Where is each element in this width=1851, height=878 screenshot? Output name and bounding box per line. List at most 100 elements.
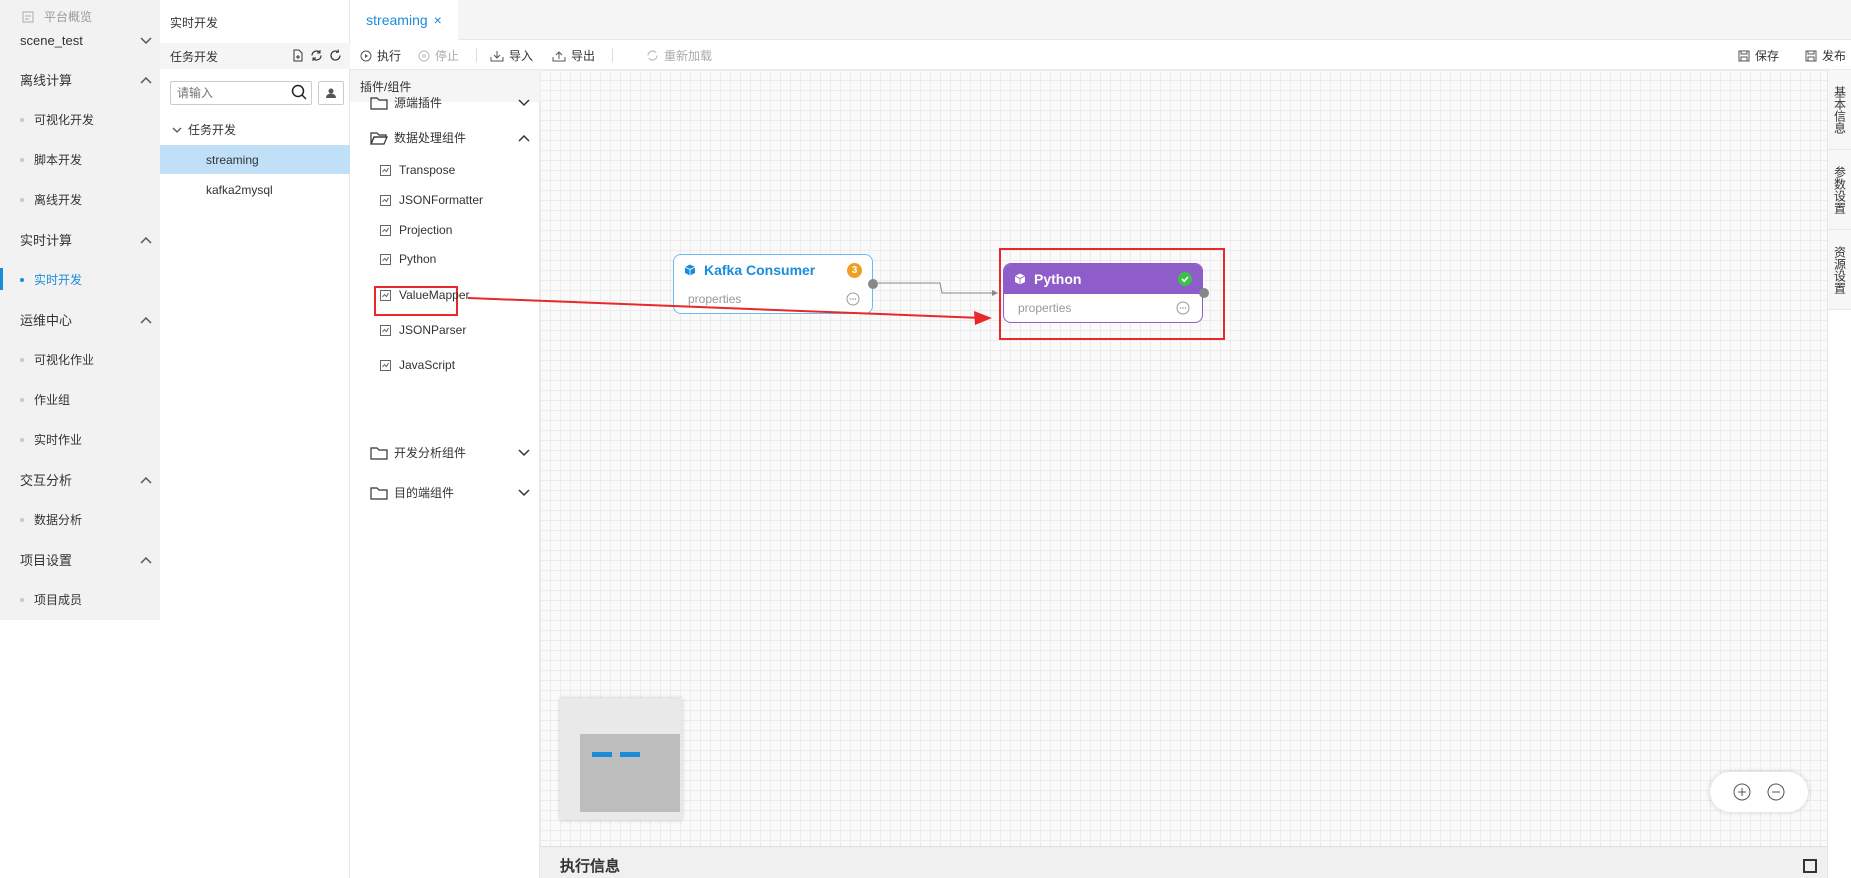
chevron-up-icon <box>140 76 152 84</box>
minimap-node <box>620 752 640 757</box>
minimap-viewport[interactable] <box>580 734 680 812</box>
task-panel-title: 实时开发 <box>170 16 219 30</box>
nav-group-offline[interactable]: 离线计算 <box>20 70 152 89</box>
output-port[interactable] <box>868 279 878 289</box>
run-button[interactable]: 执行 <box>360 47 401 64</box>
cube-icon <box>1014 273 1026 285</box>
nav-item-realtime-dev[interactable]: 实时开发 <box>20 271 82 288</box>
nav-group-analysis[interactable]: 交互分析 <box>20 470 152 489</box>
component-jsonparser[interactable]: JSONParser <box>380 323 466 337</box>
tree-item-kafka2mysql[interactable]: kafka2mysql <box>160 175 350 204</box>
left-nav: 平台概览 scene_test 离线计算 可视化开发 脚本开发 离线开发 实时计… <box>0 0 160 620</box>
node-python[interactable]: Python properties <box>1003 263 1209 323</box>
tab-basic-info[interactable]: 基本信息 <box>1828 70 1851 150</box>
component-projection[interactable]: Projection <box>380 223 452 237</box>
chevron-up-icon <box>140 236 152 244</box>
toolbar: 执行 停止 导入 导出 重新加载 保存 发布 <box>350 40 1851 70</box>
component-python[interactable]: Python <box>380 252 436 266</box>
nav-item-data-analysis[interactable]: 数据分析 <box>20 511 82 528</box>
nav-item-visual-jobs[interactable]: 可视化作业 <box>20 351 94 368</box>
component-icon <box>380 359 391 371</box>
active-indicator <box>0 268 3 290</box>
nav-group-ops[interactable]: 运维中心 <box>20 310 152 329</box>
task-panel: 实时开发 任务开发 任务开发 streaming kafka2mysql <box>160 0 350 878</box>
publish-button[interactable]: 发布 <box>1805 47 1846 64</box>
project-name: scene_test <box>20 33 83 48</box>
nav-group-project-settings[interactable]: 项目设置 <box>20 550 152 569</box>
component-icon <box>380 194 391 206</box>
node-title: Python <box>1034 271 1082 287</box>
tab-parameter-settings[interactable]: 参数设置 <box>1828 150 1851 230</box>
folder-icon <box>370 486 388 500</box>
chevron-up-icon <box>518 134 530 142</box>
nav-item-visual-dev[interactable]: 可视化开发 <box>20 111 94 128</box>
node-properties-label: properties <box>1018 301 1072 315</box>
stop-button[interactable]: 停止 <box>418 47 459 64</box>
folder-icon <box>370 96 388 110</box>
folder-dev-analysis[interactable]: 开发分析组件 <box>370 444 530 461</box>
more-icon[interactable] <box>846 292 860 306</box>
component-jsonformatter[interactable]: JSONFormatter <box>380 193 483 207</box>
nav-item-project-members[interactable]: 项目成员 <box>20 591 82 608</box>
reload-button[interactable]: 重新加载 <box>646 47 712 64</box>
tree-item-streaming[interactable]: streaming <box>160 145 350 174</box>
chevron-down-icon <box>140 36 152 44</box>
zoom-out-icon[interactable] <box>1767 783 1785 801</box>
node-title: Kafka Consumer <box>704 262 816 278</box>
new-file-icon[interactable] <box>292 49 304 62</box>
cube-icon <box>684 264 696 276</box>
component-panel: 插件/组件 源端插件 数据处理组件 Transpose JSONFormatte… <box>350 70 540 878</box>
play-icon <box>360 50 372 61</box>
component-javascript[interactable]: JavaScript <box>380 358 455 372</box>
save-button[interactable]: 保存 <box>1738 47 1779 64</box>
component-icon <box>380 164 391 176</box>
chevron-down-icon <box>518 98 530 106</box>
maximize-icon[interactable] <box>1803 859 1817 873</box>
nav-item-realtime-jobs[interactable]: 实时作业 <box>20 431 82 448</box>
folder-source-plugins[interactable]: 源端插件 <box>370 94 530 111</box>
component-transpose[interactable]: Transpose <box>380 163 455 177</box>
search-icon[interactable] <box>291 84 307 100</box>
chevron-up-icon <box>140 476 152 484</box>
save-icon <box>1738 50 1750 61</box>
tab-streaming[interactable]: streaming × <box>350 0 458 40</box>
component-icon <box>380 253 391 265</box>
nav-item-script-dev[interactable]: 脚本开发 <box>20 151 82 168</box>
upload-icon <box>552 50 566 61</box>
component-valuemapper[interactable]: ValueMapper <box>380 288 470 302</box>
node-kafka-consumer[interactable]: Kafka Consumer 3 properties <box>673 254 878 314</box>
close-icon[interactable]: × <box>434 12 442 28</box>
execution-info-panel: 执行信息 <box>540 846 1827 878</box>
component-icon <box>380 224 391 236</box>
folder-destination[interactable]: 目的端组件 <box>370 484 530 501</box>
platform-overview-link[interactable]: 平台概览 <box>22 8 92 25</box>
node-header: Kafka Consumer 3 <box>674 255 872 285</box>
right-tab-bar: 基本信息 参数设置 资源设置 <box>1827 70 1851 878</box>
overview-label: 平台概览 <box>44 10 93 24</box>
sync-icon[interactable] <box>310 49 323 62</box>
minimap-node <box>592 752 612 757</box>
nav-item-offline-dev[interactable]: 离线开发 <box>20 191 82 208</box>
minimap[interactable] <box>560 698 682 820</box>
output-port[interactable] <box>1199 288 1209 298</box>
chevron-up-icon <box>140 316 152 324</box>
user-filter-button[interactable] <box>318 81 344 105</box>
refresh-icon[interactable] <box>329 49 342 62</box>
import-button[interactable]: 导入 <box>490 47 533 64</box>
node-body: properties <box>1004 294 1202 322</box>
export-button[interactable]: 导出 <box>552 47 595 64</box>
task-panel-subtitle: 任务开发 <box>170 49 219 64</box>
more-icon[interactable] <box>1176 301 1190 315</box>
component-icon <box>380 324 391 336</box>
zoom-controls <box>1710 772 1808 812</box>
folder-data-processing[interactable]: 数据处理组件 <box>370 129 530 146</box>
zoom-in-icon[interactable] <box>1733 783 1751 801</box>
flow-canvas[interactable]: Kafka Consumer 3 properties Python prope… <box>540 70 1827 846</box>
tab-resource-settings[interactable]: 资源设置 <box>1828 230 1851 310</box>
nav-group-realtime[interactable]: 实时计算 <box>20 230 152 249</box>
tree-root-task-dev[interactable]: 任务开发 <box>172 121 236 138</box>
nav-item-job-groups[interactable]: 作业组 <box>20 391 70 408</box>
count-badge: 3 <box>847 262 862 278</box>
project-select[interactable]: scene_test <box>20 33 152 48</box>
chevron-down-icon <box>172 127 182 133</box>
